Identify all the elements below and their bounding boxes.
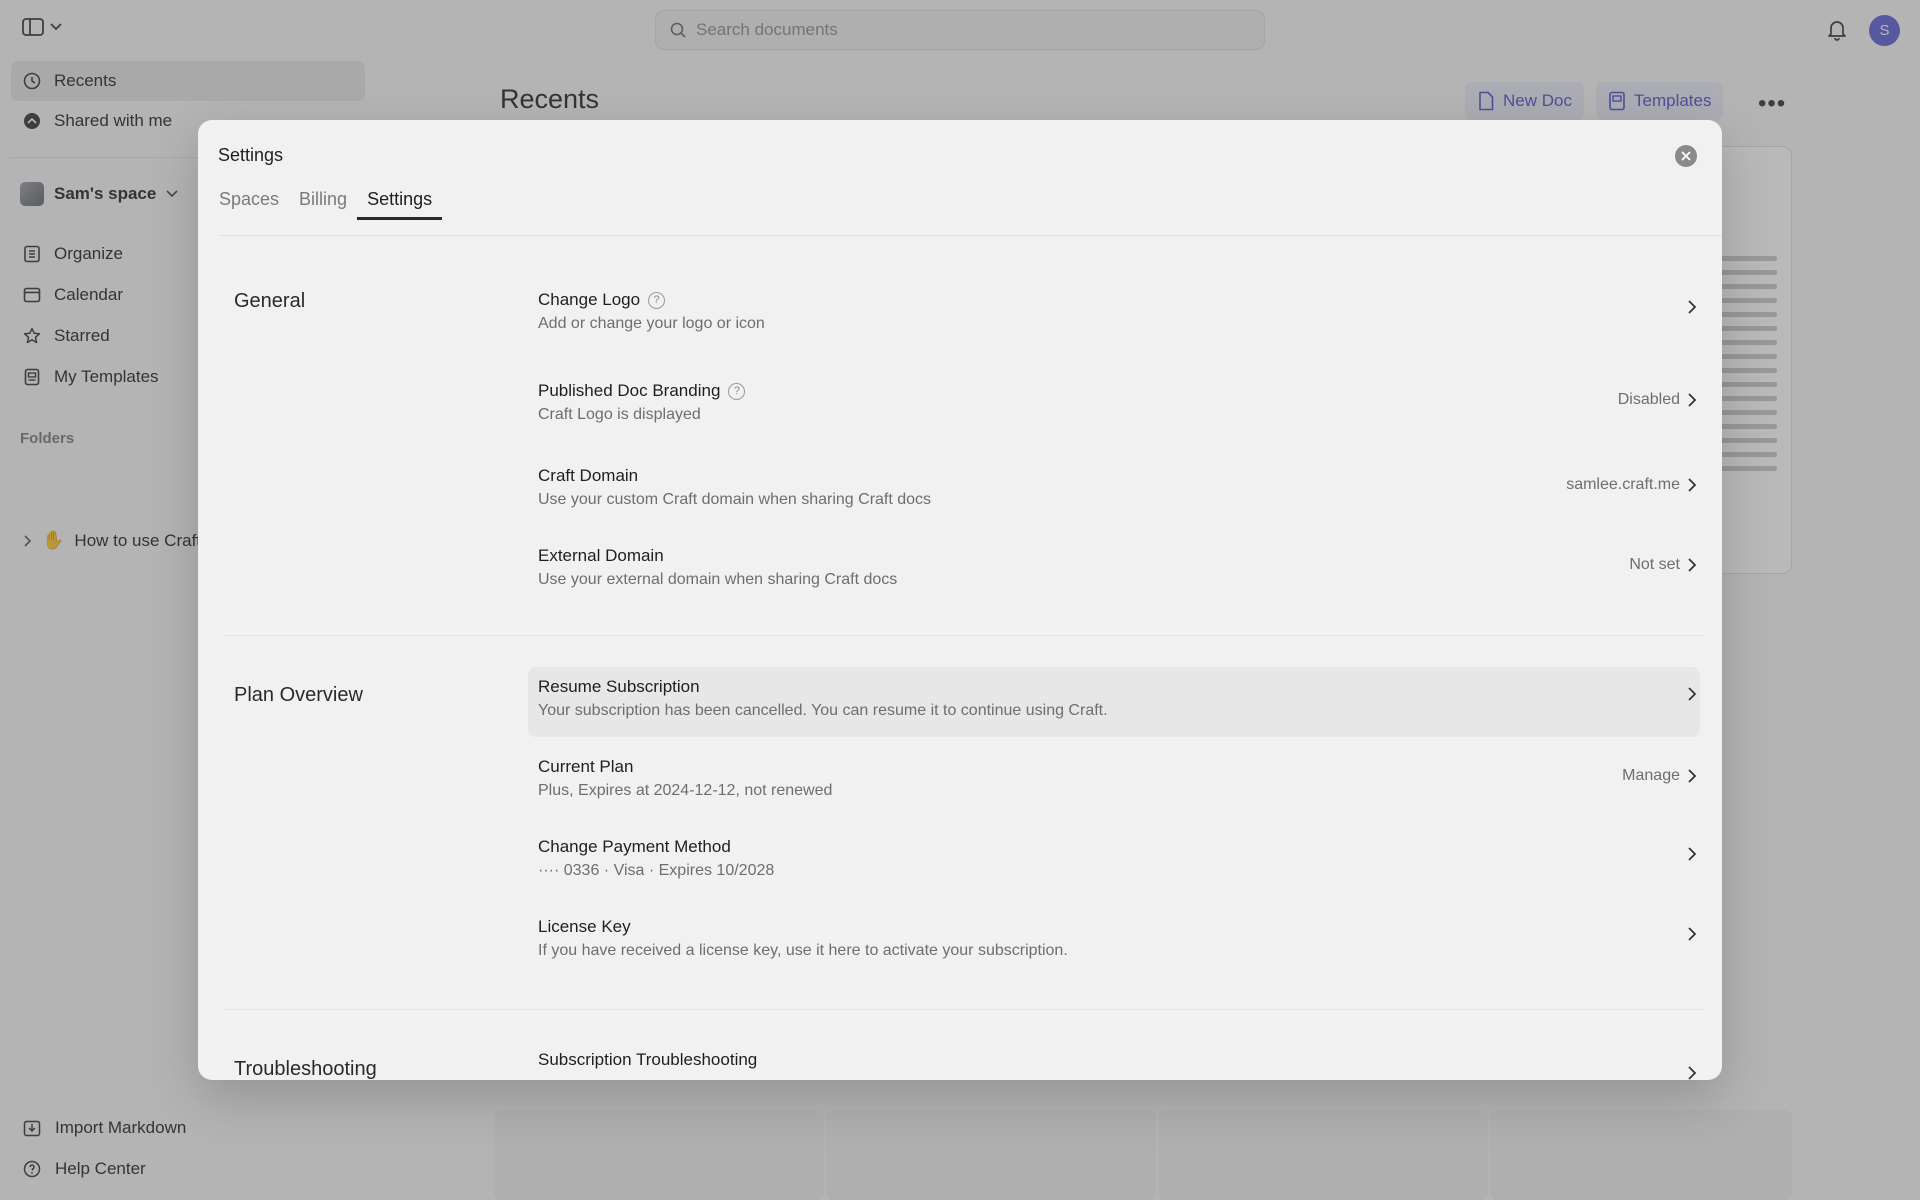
- row-subtitle: Plus, Expires at 2024-12-12, not renewed: [538, 782, 833, 799]
- setting-row-resume-subscription[interactable]: Resume Subscription Your subscription ha…: [528, 667, 1700, 737]
- row-title: Current Plan: [538, 757, 633, 777]
- chevron-right-icon: [1688, 478, 1696, 492]
- setting-row-change-payment-method[interactable]: Change Payment Method ···· 0336 · Visa ·…: [528, 827, 1700, 897]
- divider: [224, 1009, 1704, 1010]
- row-title-text: License Key: [538, 917, 631, 936]
- row-action: Manage: [1622, 767, 1696, 785]
- help-icon[interactable]: ?: [728, 382, 746, 400]
- row-value: Not set: [1629, 556, 1680, 573]
- setting-row-license-key[interactable]: License Key If you have received a licen…: [528, 907, 1700, 977]
- row-title: Craft Domain: [538, 466, 638, 486]
- tab-bar: Spaces Billing Settings: [209, 182, 443, 220]
- divider: [218, 235, 1722, 236]
- row-title: Resume Subscription: [538, 677, 700, 697]
- chevron-right-icon: [1688, 300, 1696, 314]
- setting-row-craft-domain[interactable]: Craft Domain Use your custom Craft domai…: [528, 456, 1700, 526]
- setting-row-external-domain[interactable]: External Domain Use your external domain…: [528, 536, 1700, 606]
- row-action: samlee.craft.me: [1566, 476, 1696, 494]
- row-value: Disabled: [1617, 391, 1680, 408]
- dialog-title: Settings: [218, 145, 284, 165]
- chevron-right-icon: [1688, 927, 1696, 941]
- row-title-text: Change Logo: [538, 290, 641, 309]
- row-subtitle: Craft Logo is displayed: [538, 406, 701, 423]
- row-title: Change Logo ?: [538, 290, 666, 310]
- setting-row-subscription-troubleshooting[interactable]: Subscription Troubleshooting: [528, 1040, 1700, 1080]
- section-title-general: General: [234, 290, 306, 312]
- row-action: [1688, 687, 1696, 701]
- row-title-text: Published Doc Branding: [538, 381, 721, 400]
- chevron-right-icon: [1688, 769, 1696, 783]
- tab-spaces[interactable]: Spaces: [209, 182, 289, 218]
- row-title-text: Craft Domain: [538, 466, 639, 485]
- chevron-right-icon: [1688, 847, 1696, 861]
- chevron-right-icon: [1688, 558, 1696, 572]
- row-subtitle: Use your external domain when sharing Cr…: [538, 571, 898, 588]
- chevron-right-icon: [1688, 687, 1696, 701]
- row-subtitle: Use your custom Craft domain when sharin…: [538, 491, 932, 508]
- row-subtitle: Add or change your logo or icon: [538, 315, 765, 332]
- row-title-text: Change Payment Method: [538, 837, 731, 856]
- setting-row-published-doc-branding[interactable]: Published Doc Branding ? Craft Logo is d…: [528, 371, 1700, 441]
- row-subtitle: ···· 0336 · Visa · Expires 10/2028: [538, 862, 775, 879]
- row-action: [1688, 847, 1696, 861]
- tab-billing[interactable]: Billing: [289, 182, 357, 218]
- tab-settings[interactable]: Settings: [357, 182, 443, 220]
- divider: [224, 635, 1704, 636]
- row-title-text: Current Plan: [538, 757, 634, 776]
- row-title-text: Subscription Troubleshooting: [538, 1050, 758, 1069]
- close-button[interactable]: [1675, 145, 1697, 167]
- row-title-text: External Domain: [538, 546, 664, 565]
- row-title-text: Resume Subscription: [538, 677, 700, 696]
- close-icon: [1681, 151, 1691, 161]
- row-action: [1688, 300, 1696, 314]
- help-icon[interactable]: ?: [648, 291, 666, 309]
- chevron-right-icon: [1688, 1066, 1696, 1080]
- row-title: Change Payment Method: [538, 837, 731, 857]
- section-title-plan-overview: Plan Overview: [234, 684, 363, 706]
- row-title: License Key: [538, 917, 631, 937]
- chevron-right-icon: [1688, 393, 1696, 407]
- row-action: [1688, 927, 1696, 941]
- manage-link[interactable]: Manage: [1622, 767, 1680, 785]
- row-action: Not set: [1629, 556, 1696, 574]
- row-title: Published Doc Branding ?: [538, 381, 746, 401]
- row-action: Disabled: [1618, 391, 1696, 409]
- row-title: External Domain: [538, 546, 664, 566]
- row-subtitle: Your subscription has been cancelled. Yo…: [538, 702, 1108, 719]
- row-action: [1688, 1066, 1696, 1080]
- setting-row-change-logo[interactable]: Change Logo ? Add or change your logo or…: [528, 280, 1700, 350]
- settings-dialog: Settings Spaces Billing Settings General…: [198, 120, 1722, 1080]
- section-title-troubleshooting: Troubleshooting: [234, 1058, 377, 1080]
- row-title: Subscription Troubleshooting: [538, 1050, 757, 1070]
- row-value: samlee.craft.me: [1566, 476, 1680, 493]
- row-subtitle: If you have received a license key, use …: [538, 942, 1068, 959]
- setting-row-current-plan[interactable]: Current Plan Plus, Expires at 2024-12-12…: [528, 747, 1700, 817]
